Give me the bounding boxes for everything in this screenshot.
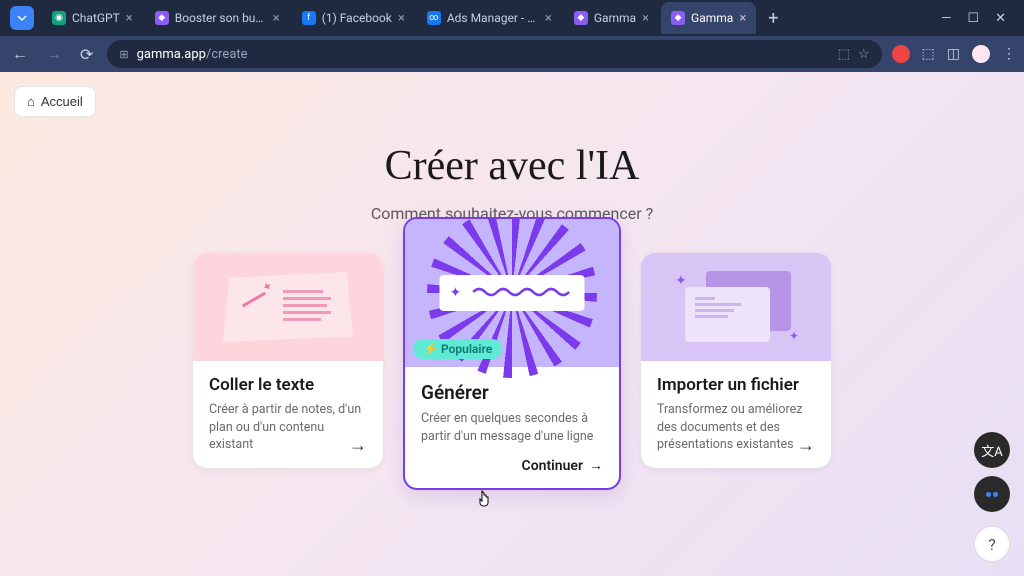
close-icon[interactable]: × bbox=[739, 11, 746, 26]
browser-chrome: ◉ ChatGPT × ◆ Booster son business × f (… bbox=[0, 0, 1024, 72]
browser-tab-2[interactable]: f (1) Facebook × bbox=[292, 2, 415, 34]
gamma-icon: ◆ bbox=[671, 11, 685, 25]
card-title: Coller le texte bbox=[209, 375, 367, 395]
card-import-file[interactable]: ✦ ✦ Importer un fichier Transformez ou a… bbox=[641, 253, 831, 468]
cursor-pointer-icon bbox=[476, 489, 492, 513]
site-info-icon[interactable]: ⊞ bbox=[119, 48, 128, 61]
close-icon[interactable]: × bbox=[398, 11, 405, 26]
tab-title: (1) Facebook bbox=[322, 11, 392, 25]
sparkle-icon: ✦ bbox=[675, 273, 687, 289]
card-description: Créer en quelques secondes à partir d'un… bbox=[421, 410, 603, 445]
nav-bar: ← → ⟳ ⊞ gamma.app/create ⬚ ☆ ⬚ ◫ ⋮ bbox=[0, 36, 1024, 72]
tab-title: ChatGPT bbox=[72, 11, 120, 25]
arrow-right-icon: → bbox=[349, 435, 367, 456]
continue-button[interactable]: Continuer → bbox=[421, 457, 603, 474]
tabs-bar: ◉ ChatGPT × ◆ Booster son business × f (… bbox=[0, 0, 1024, 36]
tab-title: Ads Manager - Mana bbox=[447, 11, 539, 25]
badge-label: Populaire bbox=[441, 342, 492, 356]
card-description: Transformez ou améliorez des documents e… bbox=[657, 401, 815, 454]
popular-badge: ⚡ Populaire bbox=[413, 339, 502, 359]
meta-icon: ∞ bbox=[427, 11, 441, 25]
arrow-right-icon: → bbox=[589, 457, 603, 474]
gamma-icon: ◆ bbox=[155, 11, 169, 25]
home-label: Accueil bbox=[41, 94, 83, 109]
home-button[interactable]: ⌂ Accueil bbox=[14, 86, 96, 117]
translate-icon: 文A bbox=[981, 441, 1002, 460]
install-app-icon[interactable]: ⬚ bbox=[838, 47, 850, 62]
card-description: Créer à partir de notes, d'un plan ou d'… bbox=[209, 401, 367, 454]
browser-tab-4[interactable]: ◆ Gamma × bbox=[564, 2, 659, 34]
squiggle-icon bbox=[467, 284, 574, 303]
help-button[interactable]: ? bbox=[974, 526, 1010, 562]
chatgpt-icon: ◉ bbox=[52, 11, 66, 25]
sparkle-icon: ✦ bbox=[450, 285, 462, 301]
card-illustration: ✦ ⚡ Populaire bbox=[405, 219, 619, 367]
new-tab-button[interactable]: + bbox=[758, 8, 788, 29]
page-content: ⌂ Accueil Créer avec l'IA Comment souhai… bbox=[0, 72, 1024, 576]
home-icon: ⌂ bbox=[27, 94, 35, 109]
browser-tab-5[interactable]: ◆ Gamma × bbox=[661, 2, 756, 34]
back-button[interactable]: ← bbox=[8, 40, 32, 68]
file-front-icon bbox=[685, 287, 770, 342]
nav-right: ⬚ ◫ ⋮ bbox=[892, 45, 1016, 63]
chat-icon bbox=[986, 492, 998, 497]
gamma-icon: ◆ bbox=[574, 11, 588, 25]
tab-title: Booster son business bbox=[175, 11, 267, 25]
chat-button[interactable] bbox=[974, 476, 1010, 512]
browser-tab-0[interactable]: ◉ ChatGPT × bbox=[42, 2, 143, 34]
menu-icon[interactable]: ⋮ bbox=[1002, 46, 1016, 62]
forward-button[interactable]: → bbox=[42, 40, 66, 68]
wand-icon bbox=[242, 292, 266, 308]
card-illustration bbox=[193, 253, 383, 361]
prompt-box-icon: ✦ bbox=[440, 275, 585, 311]
close-icon[interactable]: × bbox=[545, 11, 552, 26]
sparkle-icon: ✦ bbox=[789, 329, 799, 343]
continue-label: Continuer bbox=[522, 458, 583, 474]
main-content: Créer avec l'IA Comment souhaitez-vous c… bbox=[0, 72, 1024, 490]
window-controls: — ☐ ✕ bbox=[927, 11, 1020, 26]
minimize-button[interactable]: — bbox=[941, 11, 951, 26]
close-icon[interactable]: × bbox=[642, 11, 649, 26]
arrow-right-icon: → bbox=[797, 435, 815, 456]
tab-dropdown-button[interactable] bbox=[10, 6, 34, 30]
card-title: Générer bbox=[421, 381, 603, 404]
card-title: Importer un fichier bbox=[657, 375, 815, 395]
side-panel-icon[interactable]: ◫ bbox=[947, 46, 960, 62]
question-icon: ? bbox=[988, 535, 996, 554]
url-bar[interactable]: ⊞ gamma.app/create ⬚ ☆ bbox=[107, 40, 881, 68]
tab-title: Gamma bbox=[691, 11, 733, 25]
text-lines-icon bbox=[283, 290, 331, 325]
language-button[interactable]: 文A bbox=[974, 432, 1010, 468]
browser-tab-3[interactable]: ∞ Ads Manager - Mana × bbox=[417, 2, 562, 34]
extension-badge-icon[interactable] bbox=[892, 45, 910, 63]
card-illustration: ✦ ✦ bbox=[641, 253, 831, 361]
close-icon[interactable]: × bbox=[273, 11, 280, 26]
browser-tab-1[interactable]: ◆ Booster son business × bbox=[145, 2, 290, 34]
card-paste-text[interactable]: Coller le texte Créer à partir de notes,… bbox=[193, 253, 383, 468]
reload-button[interactable]: ⟳ bbox=[76, 41, 97, 68]
lightning-icon: ⚡ bbox=[423, 342, 438, 356]
close-window-button[interactable]: ✕ bbox=[995, 11, 1006, 26]
cards-container: Coller le texte Créer à partir de notes,… bbox=[0, 253, 1024, 490]
facebook-icon: f bbox=[302, 11, 316, 25]
profile-avatar[interactable] bbox=[972, 45, 990, 63]
url-text: gamma.app/create bbox=[137, 47, 830, 62]
extensions-icon[interactable]: ⬚ bbox=[922, 46, 935, 62]
tab-title: Gamma bbox=[594, 11, 636, 25]
card-generate[interactable]: ✦ ⚡ Populaire Générer Créer en quelques … bbox=[403, 217, 621, 490]
bookmark-icon[interactable]: ☆ bbox=[858, 47, 870, 62]
close-icon[interactable]: × bbox=[126, 11, 133, 26]
page-title: Créer avec l'IA bbox=[0, 142, 1024, 190]
maximize-button[interactable]: ☐ bbox=[967, 11, 979, 26]
